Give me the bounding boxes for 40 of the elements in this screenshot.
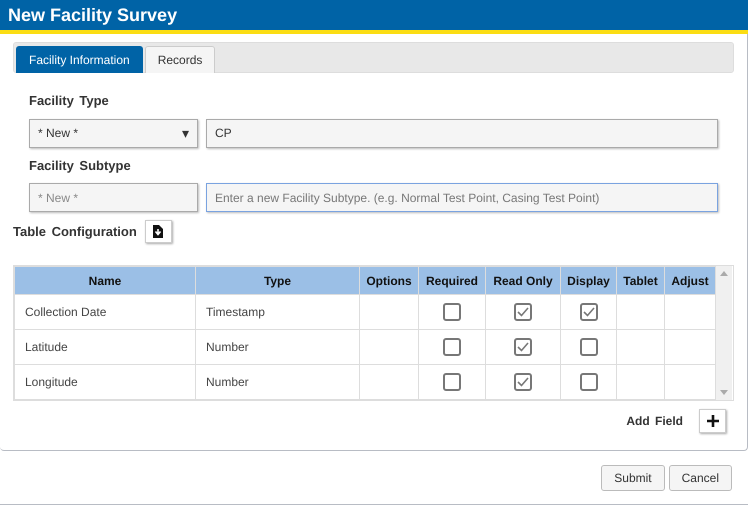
- column-header: Name: [14, 266, 196, 294]
- table-cell: Timestamp: [196, 294, 360, 330]
- checkbox[interactable]: [443, 338, 461, 356]
- checkbox[interactable]: [580, 338, 598, 356]
- column-header: Adjust: [664, 266, 716, 294]
- checkbox[interactable]: [580, 373, 598, 392]
- add-field-button[interactable]: [699, 409, 726, 433]
- field-label: Facility Subtype: [29, 156, 132, 175]
- column-header: Type: [196, 266, 360, 294]
- checked-checkbox[interactable]: [514, 338, 532, 356]
- dialog-button[interactable]: Cancel: [668, 465, 732, 491]
- checked-checkbox[interactable]: [514, 303, 532, 322]
- checked-checkbox[interactable]: [514, 373, 532, 392]
- checkbox[interactable]: [443, 303, 461, 322]
- type-dropdown[interactable]: * New * ▾: [29, 118, 198, 148]
- column-header: Display: [560, 266, 616, 294]
- checkbox[interactable]: [443, 373, 461, 392]
- text-field[interactable]: Enter a new Facility Subtype. (e.g. Normal Test Point, Casing Test Point): [206, 183, 718, 212]
- column-header: Read Only: [486, 266, 560, 294]
- table-cell: Number: [196, 330, 360, 364]
- column-header: Required: [418, 266, 486, 294]
- window-title: New Facility Survey: [8, 4, 178, 27]
- export-button[interactable]: [144, 220, 172, 243]
- add-field-label: Add Field: [626, 413, 683, 430]
- field-label: Facility Type: [29, 92, 110, 110]
- column-header: Tablet: [616, 266, 664, 294]
- table-cell: Latitude: [14, 330, 196, 364]
- checked-checkbox[interactable]: [580, 303, 598, 322]
- dialog-button[interactable]: Submit: [601, 465, 665, 491]
- tab[interactable]: Records: [144, 46, 216, 73]
- table-cell: Number: [196, 364, 360, 400]
- plus-icon: [706, 415, 718, 427]
- section-title: Table Configuration: [13, 222, 137, 241]
- file-download-icon: [153, 225, 164, 238]
- tab[interactable]: Facility Information: [16, 46, 143, 73]
- column-header: Options: [360, 266, 418, 294]
- text-field[interactable]: CP: [206, 118, 718, 148]
- caret-icon: ▾: [182, 122, 189, 144]
- table-cell: Collection Date: [14, 294, 196, 330]
- table-cell: Longitude: [14, 364, 196, 400]
